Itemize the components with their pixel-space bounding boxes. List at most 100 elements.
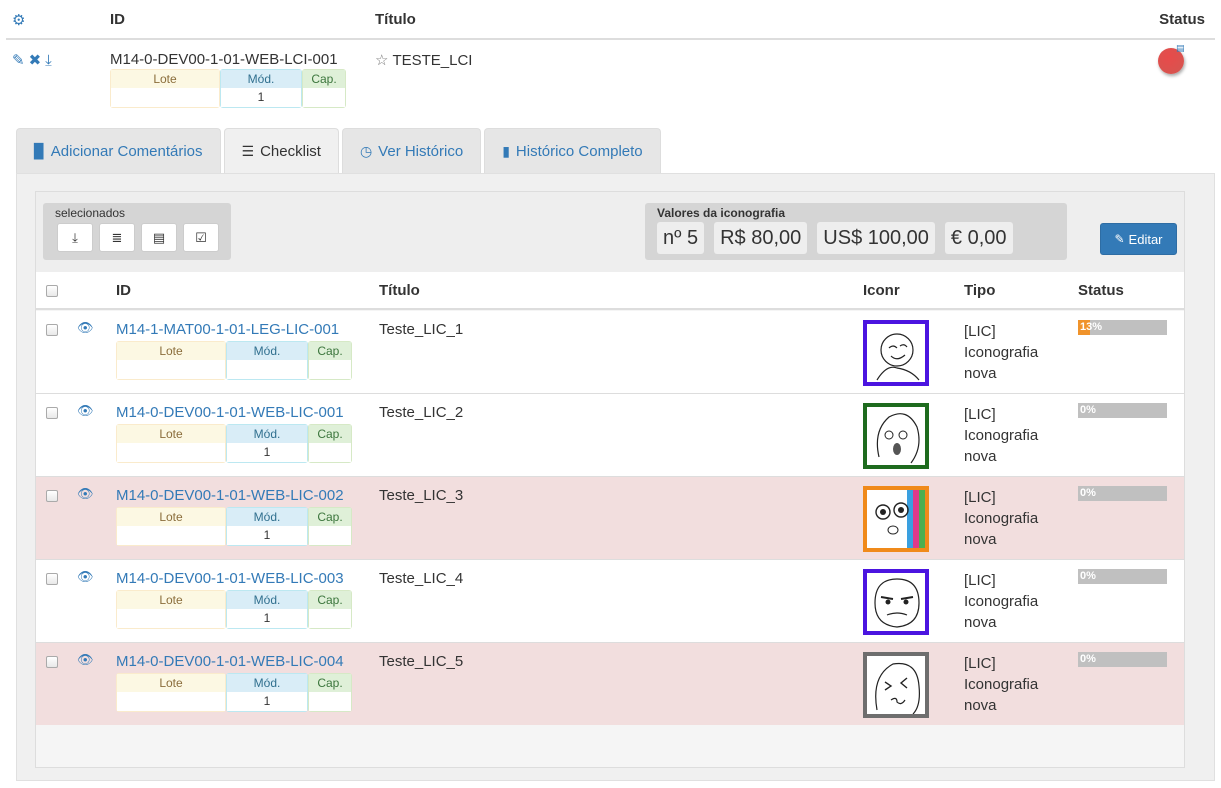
progress-text: 0% (1080, 487, 1096, 499)
progress-bar: 0% (1078, 569, 1167, 584)
lote-label: Lote (117, 342, 225, 360)
lote-cell: Lote (116, 590, 226, 629)
select-all-checkbox[interactable] (46, 285, 58, 297)
table-row: 👁 M14-0-DEV00-1-01-WEB-LIC-001 Lote Mód.… (36, 394, 1184, 477)
row-id-link[interactable]: M14-1-MAT00-1-01-LEG-LIC-001 (116, 321, 339, 338)
mod-value: 1 (227, 526, 307, 545)
iconography-thumbnail[interactable] (863, 403, 929, 469)
title-column-header: Título (379, 282, 420, 299)
type-status: nova (964, 365, 997, 382)
tab-history[interactable]: ◷ Ver Histórico (341, 128, 482, 173)
row-id-link[interactable]: M14-0-DEV00-1-01-WEB-LIC-002 (116, 487, 344, 504)
edit-button[interactable]: ✎ Editar (1100, 223, 1177, 255)
type-name: Iconografia (964, 427, 1039, 444)
row-id-link[interactable]: M14-0-DEV00-1-01-WEB-LIC-003 (116, 570, 344, 587)
icon-column-header: Iconr (863, 282, 900, 299)
row-id-link[interactable]: M14-0-DEV00-1-01-WEB-LIC-001 (116, 404, 344, 421)
mod-value: 1 (227, 609, 307, 628)
cap-label: Cap. (309, 591, 351, 609)
item-title-text: TESTE_LCI (392, 52, 473, 69)
tab-full-history[interactable]: ▮ Histórico Completo (484, 128, 661, 173)
tab-add-comments[interactable]: ▉ Adicionar Comentários (16, 128, 221, 173)
cap-cell: Cap. (308, 673, 352, 712)
download-selected-button[interactable]: ⤓ (57, 223, 93, 252)
tab-label: Checklist (260, 142, 321, 160)
face-sketch-icon (875, 490, 925, 548)
check-circle-icon: ☑ (195, 229, 207, 245)
row-id-link[interactable]: M14-0-DEV00-1-01-WEB-LIC-004 (116, 653, 344, 670)
star-icon[interactable]: ☆ (375, 52, 388, 69)
list-selected-button[interactable]: ▤ (141, 223, 177, 252)
eye-icon[interactable]: 👁 (77, 403, 94, 419)
row-type: [LIC] Iconografia nova (964, 404, 1038, 467)
lote-cell: Lote (110, 69, 220, 108)
progress-text: 13% (1080, 321, 1103, 333)
clock-icon: ◷ (359, 142, 373, 159)
item-actions: ✎ ✖ ⤓ (12, 51, 56, 69)
eye-icon[interactable]: 👁 (77, 569, 94, 585)
eye-icon[interactable]: 👁 (77, 486, 94, 502)
row-title: Teste_LIC_1 (379, 321, 464, 338)
gear-icon[interactable]: ⚙ (12, 11, 25, 29)
tab-bar: ▉ Adicionar Comentários ☰ Checklist ◷ Ver H… (16, 128, 664, 173)
stack-selected-button[interactable]: ≣ (99, 223, 135, 252)
progress-bar: 13% (1078, 320, 1167, 335)
lote-cell: Lote (116, 673, 226, 712)
row-type: [LIC] Iconografia nova (964, 570, 1038, 633)
row-title: Teste_LIC_3 (379, 487, 464, 504)
check-selected-button[interactable]: ☑ (183, 223, 219, 252)
cap-cell: Cap. (308, 424, 352, 463)
mod-cell: Mód. 1 (226, 673, 308, 712)
cap-value (309, 526, 351, 545)
cap-value (309, 609, 351, 628)
mod-label: Mód. (227, 425, 307, 443)
row-title: Teste_LIC_5 (379, 653, 464, 670)
download-icon[interactable]: ⤓ (45, 52, 53, 69)
list-icon: ☰ (241, 142, 255, 159)
tab-checklist[interactable]: ☰ Checklist (223, 128, 339, 173)
row-checkbox[interactable] (46, 324, 58, 336)
iconography-thumbnail[interactable] (863, 569, 929, 635)
row-type: [LIC] Iconografia nova (964, 321, 1038, 384)
status-column-header: Status (1159, 11, 1205, 28)
row-checkbox[interactable] (46, 656, 58, 668)
selected-title: selecionados (55, 206, 126, 220)
face-sketch-icon (876, 413, 920, 464)
mod-cell: Mód. 1 (226, 590, 308, 629)
iconography-thumbnail[interactable] (863, 320, 929, 386)
progress-bar: 0% (1078, 486, 1167, 501)
book-icon: ▮ (502, 142, 510, 159)
item-table-header: ⚙ ID Título Status (6, 0, 1215, 40)
table-row: 👁 M14-0-DEV00-1-01-WEB-LIC-004 Lote Mód.… (36, 643, 1184, 726)
tab-label: Histórico Completo (515, 142, 643, 160)
mod-cell: Mód. 1 (220, 69, 302, 108)
row-type: [LIC] Iconografia nova (964, 653, 1038, 716)
lote-label: Lote (117, 508, 225, 526)
row-checkbox[interactable] (46, 490, 58, 502)
cap-value (309, 692, 351, 711)
progress-bar: 0% (1078, 403, 1167, 418)
remove-icon[interactable]: ✖ (29, 52, 43, 69)
eye-icon[interactable]: 👁 (77, 652, 94, 668)
cap-value (309, 443, 351, 462)
eye-icon[interactable]: 👁 (77, 320, 94, 336)
cap-cell: Cap. (308, 341, 352, 380)
iconography-thumbnail[interactable] (863, 486, 929, 552)
item-row: ✎ ✖ ⤓ M14-0-DEV00-1-01-WEB-LCI-001 Lote Mó… (6, 40, 1215, 112)
row-checkbox[interactable] (46, 573, 58, 585)
pencil-icon[interactable]: ✎ (12, 52, 26, 69)
iconography-thumbnail[interactable] (863, 652, 929, 718)
type-code: [LIC] (964, 489, 996, 506)
face-sketch-icon (874, 578, 920, 628)
mod-label: Mód. (221, 70, 301, 88)
row-checkbox[interactable] (46, 407, 58, 419)
cap-value (309, 360, 351, 379)
item-id: M14-0-DEV00-1-01-WEB-LCI-001 (110, 51, 338, 68)
row-type: [LIC] Iconografia nova (964, 487, 1038, 550)
tab-label: Adicionar Comentários (50, 142, 203, 160)
lote-value (117, 360, 225, 379)
list-flag-icon: ▤ (1176, 43, 1185, 53)
cap-value (303, 88, 345, 107)
type-status: nova (964, 531, 997, 548)
id-column-header: ID (110, 11, 125, 28)
